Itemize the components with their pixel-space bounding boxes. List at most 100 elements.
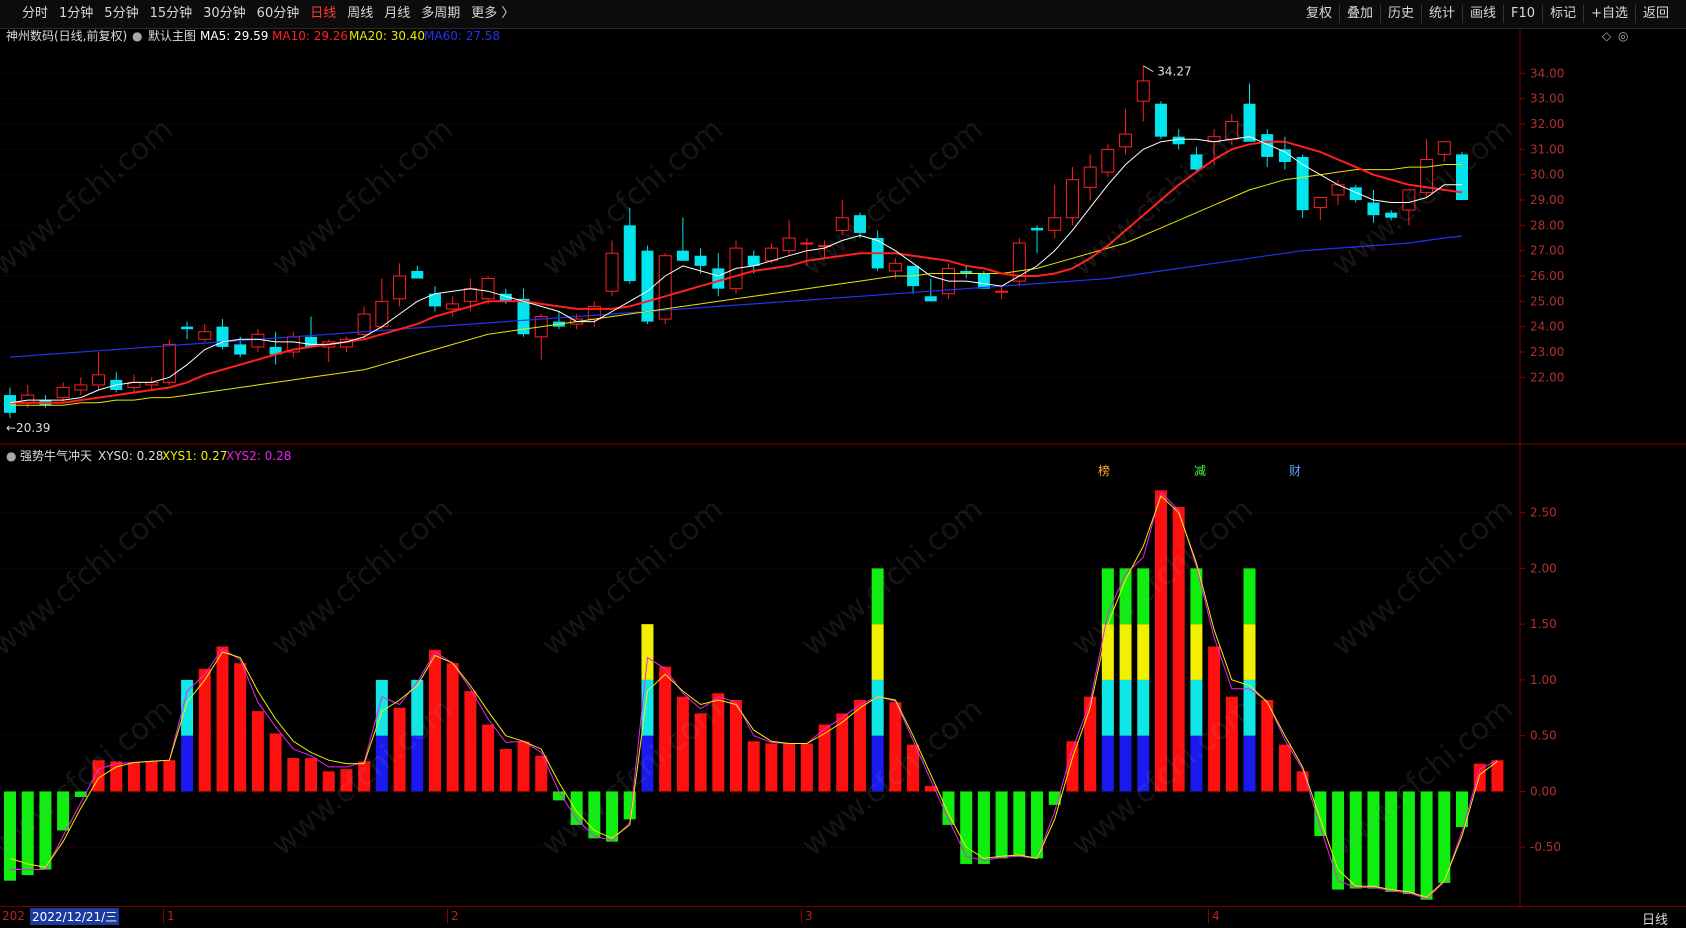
candle-body — [375, 300, 389, 328]
xys0-bar-segment — [1243, 735, 1256, 792]
xys0-bar — [446, 663, 459, 792]
period-tab-8[interactable]: 月线 — [384, 5, 410, 23]
period-tab-0[interactable]: 分时 — [22, 5, 48, 23]
xys0-bar — [1261, 700, 1274, 792]
candle-body — [234, 344, 247, 355]
tool-button-1[interactable]: 叠加 — [1338, 5, 1380, 23]
candle-body — [782, 237, 796, 252]
xys0-bar — [712, 693, 725, 792]
tool-button-5[interactable]: F10 — [1503, 5, 1542, 23]
candle-body — [1119, 133, 1133, 148]
xys0-bar — [1367, 791, 1380, 889]
xys0-bar — [428, 649, 441, 792]
xys0-bar-segment — [181, 735, 194, 792]
xys0-bar — [889, 702, 902, 792]
candle-body — [853, 215, 866, 233]
period-tab-2[interactable]: 5分钟 — [104, 5, 138, 23]
tool-button-3[interactable]: 统计 — [1421, 5, 1462, 23]
xys0-bar — [747, 741, 760, 792]
tool-button-8[interactable]: 返回 — [1634, 5, 1676, 23]
tool-button-6[interactable]: 标记 — [1542, 5, 1583, 23]
xys0-bar — [1349, 791, 1362, 889]
candle-body — [676, 250, 689, 261]
high-marker — [1143, 65, 1154, 73]
xys0-bar-segment — [871, 735, 884, 792]
candle-body — [463, 288, 477, 302]
y-tick-label: 0.00 — [1530, 784, 1557, 798]
xys0-bar-segment — [641, 735, 654, 792]
y-tick-label: 33.00 — [1530, 92, 1564, 106]
candle-body — [1278, 149, 1291, 162]
period-tab-9[interactable]: 多周期 — [421, 5, 460, 23]
period-tab-3[interactable]: 15分钟 — [150, 5, 193, 23]
y-tick-label: 2.50 — [1530, 506, 1557, 520]
xys0-bar — [730, 700, 742, 792]
y-tick-label: 29.00 — [1530, 193, 1564, 207]
period-tab-4[interactable]: 30分钟 — [203, 5, 246, 23]
xys0-bar — [1385, 791, 1398, 892]
xys0-bar — [588, 791, 601, 839]
y-tick-label: 31.00 — [1530, 142, 1564, 156]
xys0-bar — [676, 696, 689, 792]
tool-button-0[interactable]: 复权 — [1299, 5, 1339, 23]
xys0-bar — [305, 758, 318, 792]
kline-chart[interactable]: 22.00 23.00 24.00 25.00 26.00 27.00 28.00 29.00… — [0, 28, 1686, 906]
period-tab-7[interactable]: 周线 — [347, 5, 373, 23]
event-marker: 财 — [1289, 464, 1301, 478]
xys0-bar — [800, 743, 813, 792]
xys0-bar — [269, 733, 282, 792]
xys0-bar — [960, 791, 973, 864]
diamond-icon: ◇ — [1602, 29, 1612, 43]
xys0-bar — [393, 707, 406, 792]
xys0-bar — [818, 724, 831, 792]
xys0-bar-segment — [641, 624, 654, 680]
candle-body — [181, 326, 194, 330]
period-tab-6[interactable]: 日线 — [310, 5, 336, 23]
xys0-bar-segment — [1243, 624, 1256, 680]
xys0-bar-segment — [1137, 568, 1150, 625]
period-label[interactable]: 日线 — [1642, 909, 1668, 928]
xys0-bar — [340, 769, 353, 792]
xys0-bar — [464, 691, 477, 792]
candle-body — [21, 394, 35, 404]
period-tab-1[interactable]: 1分钟 — [59, 5, 93, 23]
candle-body — [1225, 120, 1239, 140]
xys0-bar-segment — [1119, 568, 1132, 625]
xys0-bar-segment — [1137, 624, 1150, 680]
tool-button-2[interactable]: 历史 — [1379, 5, 1421, 23]
period-tabs: 分时 1分钟 5分钟 15分钟 30分钟 60分钟 日线 周线 月线 多周期 更多 〉 — [22, 5, 514, 23]
event-marker: 减 — [1194, 464, 1206, 478]
xys0-bar — [1154, 490, 1167, 792]
candle-body — [1048, 217, 1062, 231]
xys0-bar — [765, 743, 778, 792]
xys0-bar-segment — [1243, 568, 1256, 625]
main-legend-item: 默认主图 — [148, 28, 196, 43]
xys0-bar-segment — [1101, 735, 1114, 792]
candle-body — [1031, 227, 1044, 231]
period-tab-10[interactable]: 更多 〉 — [471, 5, 514, 23]
y-tick-label: 32.00 — [1530, 117, 1564, 131]
main-legend-item: ● — [132, 29, 142, 43]
xys0-bar — [1420, 791, 1433, 900]
main-legend-item: MA10: 29.26 — [272, 29, 348, 43]
candle-body — [411, 270, 424, 279]
month-mark: 3 — [801, 909, 813, 923]
xys0-bar-segment — [1190, 679, 1203, 736]
xys0-bar-segment — [375, 735, 388, 792]
low-label: ←20.39 — [6, 421, 50, 435]
y-tick-label: 25.00 — [1530, 294, 1564, 308]
period-tab-5[interactable]: 60分钟 — [257, 5, 300, 23]
xys0-bar — [907, 744, 920, 792]
xys0-bar — [1208, 646, 1221, 792]
xys0-bar — [499, 749, 512, 792]
xys0-bar — [39, 791, 52, 870]
sub-legend-name: 强势牛气冲天 — [20, 448, 92, 463]
candle-body — [605, 252, 619, 292]
tool-button-4[interactable]: 画线 — [1462, 5, 1503, 23]
candle-body — [393, 275, 407, 300]
candle-body — [1065, 179, 1079, 219]
tool-button-7[interactable]: +自选 — [1583, 5, 1635, 23]
sub-legend-xys1: XYS1: 0.27 — [162, 449, 227, 463]
xys0-bar-segment — [1190, 735, 1203, 792]
y-tick-label: 34.00 — [1530, 66, 1564, 80]
